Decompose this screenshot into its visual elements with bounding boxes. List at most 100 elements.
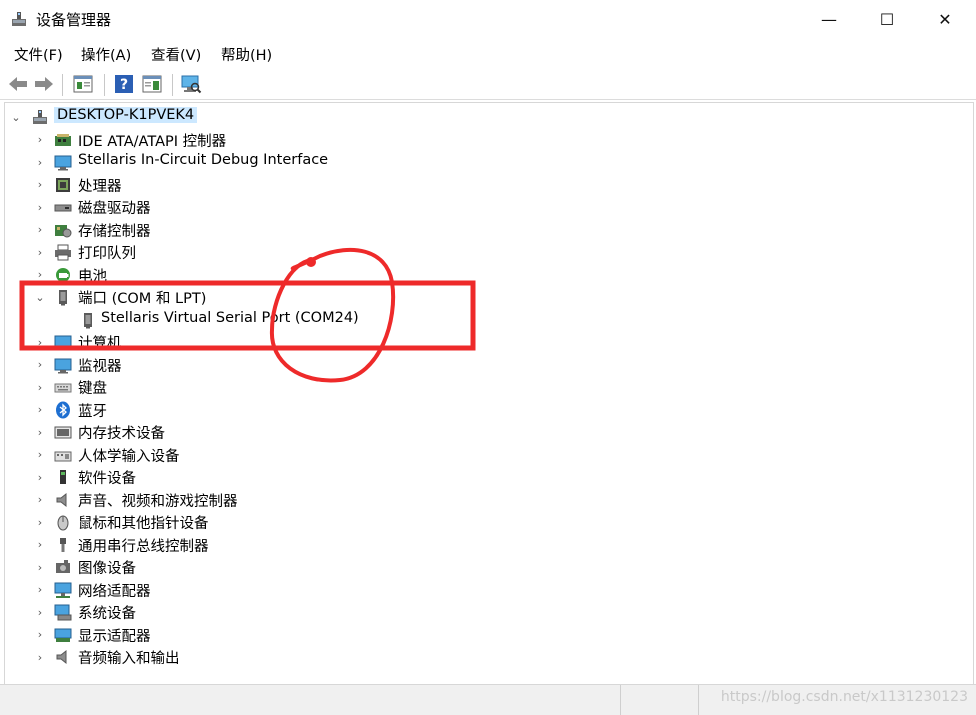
tree-item-label: IDE ATA/ATAPI 控制器 — [78, 133, 227, 150]
properties-icon[interactable] — [72, 73, 94, 95]
chevron-right-icon[interactable]: › — [35, 646, 45, 668]
tree-item-label: 磁盘驱动器 — [78, 201, 151, 217]
tree-item-label: 端口 (COM 和 LPT) — [78, 291, 207, 307]
chevron-down-icon[interactable]: ⌄ — [11, 106, 21, 128]
tree-root[interactable]: ⌄ DESKTOP-K1PVEK4 — [5, 106, 965, 128]
menu-file[interactable]: 文件(F) — [14, 44, 63, 65]
tree-item[interactable]: › 存储控制器 — [5, 219, 965, 241]
tree-item[interactable]: › 软件设备 — [5, 466, 965, 488]
tree-item[interactable]: › 网络适配器 — [5, 579, 965, 601]
chevron-right-icon[interactable]: › — [35, 264, 45, 286]
status-divider — [698, 685, 699, 715]
chevron-right-icon[interactable]: › — [35, 241, 45, 263]
chevron-right-icon[interactable]: › — [35, 601, 45, 623]
help-icon[interactable]: ? — [113, 73, 135, 95]
tree-item[interactable]: › 蓝牙 — [5, 399, 965, 421]
chevron-down-icon[interactable]: ⌄ — [35, 286, 45, 308]
tree-item[interactable]: › 鼠标和其他指针设备 — [5, 511, 965, 533]
printer-icon — [55, 244, 71, 261]
chevron-right-icon[interactable]: › — [35, 354, 45, 376]
maximize-button[interactable]: ☐ — [858, 0, 916, 38]
status-divider — [620, 685, 621, 715]
close-button[interactable]: ✕ — [916, 0, 974, 38]
tree-item-label: 电池 — [78, 268, 107, 285]
tree-item-label: 计算机 — [78, 336, 122, 352]
chevron-right-icon[interactable]: › — [35, 151, 45, 173]
usb-icon — [60, 537, 66, 552]
tree-item[interactable]: › 系统设备 — [5, 601, 965, 623]
tree-item[interactable]: › IDE ATA/ATAPI 控制器 — [5, 129, 965, 151]
scan-hardware-icon[interactable] — [180, 73, 202, 95]
tree-root-label: DESKTOP-K1PVEK4 — [54, 107, 198, 123]
tree-item-label: Stellaris Virtual Serial Port (COM24) — [101, 309, 359, 326]
tree-item[interactable]: › 内存技术设备 — [5, 421, 965, 443]
tree-item[interactable]: › 音频输入和输出 — [5, 646, 965, 668]
tree-item-label: Stellaris In-Circuit Debug Interface — [78, 152, 329, 168]
tree-item[interactable]: › 通用串行总线控制器 — [5, 534, 965, 556]
window-title: 设备管理器 — [36, 11, 112, 29]
tree-item-label: 人体学输入设备 — [78, 448, 180, 465]
toolbar: ? — [0, 68, 976, 100]
chevron-right-icon[interactable]: › — [35, 624, 45, 646]
chevron-right-icon[interactable]: › — [35, 196, 45, 218]
disk-drive-icon — [54, 204, 72, 212]
system-device-icon — [54, 604, 72, 621]
tree-item[interactable]: › 键盘 — [5, 376, 965, 398]
menu-help[interactable]: 帮助(H) — [221, 44, 272, 65]
chevron-right-icon[interactable]: › — [35, 444, 45, 466]
chevron-right-icon[interactable]: › — [35, 421, 45, 443]
tree-item-label: 通用串行总线控制器 — [78, 538, 209, 555]
tree-item[interactable]: Stellaris Virtual Serial Port (COM24) — [5, 309, 965, 331]
device-manager-icon — [12, 12, 26, 26]
watermark: https://blog.csdn.net/x1131230123 — [720, 689, 968, 705]
processor-icon — [56, 177, 70, 192]
menu-view[interactable]: 查看(V) — [151, 44, 201, 65]
root-computer-icon — [33, 110, 47, 124]
monitor-icon — [54, 358, 72, 373]
tree-item[interactable]: › 监视器 — [5, 354, 965, 376]
chevron-right-icon[interactable]: › — [35, 534, 45, 556]
tree-item-label: 音频输入和输出 — [78, 651, 180, 667]
tree-item[interactable]: › 图像设备 — [5, 556, 965, 578]
tree-item[interactable]: › 人体学输入设备 — [5, 444, 965, 466]
tree-item-label: 监视器 — [78, 358, 122, 375]
sound-icon — [56, 492, 67, 507]
chevron-right-icon[interactable]: › — [35, 174, 45, 196]
tree-item-label: 系统设备 — [78, 606, 136, 622]
tree-item-label: 软件设备 — [78, 471, 136, 487]
menu-bar: 文件(F) 操作(A) 查看(V) 帮助(H) — [0, 40, 976, 66]
tree-item[interactable]: › 声音、视频和游戏控制器 — [5, 489, 965, 511]
menu-action[interactable]: 操作(A) — [81, 44, 131, 65]
tree-item[interactable]: › 计算机 — [5, 331, 965, 353]
tree-item-label: 处理器 — [78, 178, 122, 195]
chevron-right-icon[interactable]: › — [35, 399, 45, 421]
chevron-right-icon[interactable]: › — [35, 511, 45, 533]
status-bar: https://blog.csdn.net/x1131230123 — [0, 684, 976, 715]
tree-item[interactable]: › Stellaris In-Circuit Debug Interface — [5, 151, 965, 173]
action-pane-icon[interactable] — [141, 73, 163, 95]
chevron-right-icon[interactable]: › — [35, 219, 45, 241]
chevron-right-icon[interactable]: › — [35, 579, 45, 601]
close-icon: ✕ — [938, 9, 952, 29]
minimize-button[interactable]: — — [800, 0, 858, 38]
tree-item[interactable]: › 打印队列 — [5, 241, 965, 263]
chevron-right-icon[interactable]: › — [35, 489, 45, 511]
memory-device-icon — [54, 426, 72, 439]
toolbar-separator — [62, 74, 63, 96]
tree-item[interactable]: ⌄ 端口 (COM 和 LPT) — [5, 286, 965, 308]
chevron-right-icon[interactable]: › — [35, 129, 45, 151]
tree-item[interactable]: › 磁盘驱动器 — [5, 196, 965, 218]
debug-interface-icon — [54, 155, 72, 171]
tree-item[interactable]: › 电池 — [5, 264, 965, 286]
tree-item[interactable]: › 处理器 — [5, 174, 965, 196]
tree-item[interactable]: › 显示适配器 — [5, 624, 965, 646]
chevron-right-icon[interactable]: › — [35, 376, 45, 398]
chevron-right-icon[interactable]: › — [35, 466, 45, 488]
audio-io-icon — [56, 649, 67, 665]
back-arrow-icon[interactable] — [7, 73, 29, 95]
bluetooth-icon — [56, 401, 70, 418]
chevron-right-icon[interactable]: › — [35, 556, 45, 578]
chevron-right-icon[interactable]: › — [35, 331, 45, 353]
hid-icon — [54, 451, 72, 461]
forward-arrow-icon[interactable] — [33, 73, 55, 95]
